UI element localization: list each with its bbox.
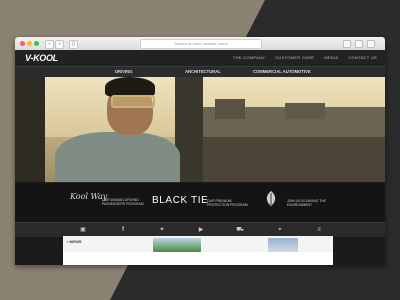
tab-architectural[interactable]: ARCHITECTURAL bbox=[185, 69, 221, 74]
man-shirt bbox=[55, 132, 180, 183]
site-header: V-KOOL THE COMPANY CUSTOMER CARE MEDIA C… bbox=[15, 50, 385, 66]
list-icon[interactable]: ≡ bbox=[315, 226, 323, 234]
top-navigation: THE COMPANY CUSTOMER CARE MEDIA CONTACT … bbox=[233, 55, 377, 60]
back-arrow-icon[interactable]: ‹ bbox=[45, 40, 54, 49]
browser-toolbar: ‹ › ▯ Search or enter website name bbox=[15, 37, 385, 51]
kool-way-text: OUR WOMAN DRIVING PASSENGERS PROGRAM bbox=[102, 198, 144, 206]
sunglasses bbox=[111, 95, 155, 108]
news-heading: ▪ NEWS bbox=[67, 239, 82, 244]
hero-building-tower bbox=[215, 99, 245, 119]
site-logo[interactable]: V-KOOL bbox=[25, 53, 58, 63]
nav-contact-us[interactable]: CONTACT US bbox=[348, 55, 377, 60]
close-window-button[interactable] bbox=[20, 41, 25, 46]
tab-commercial-automotive[interactable]: COMMERCIAL AUTOMOTIVE bbox=[253, 69, 311, 74]
share-icon[interactable] bbox=[343, 40, 351, 48]
minimize-window-button[interactable] bbox=[27, 41, 32, 46]
nav-company[interactable]: THE COMPANY bbox=[233, 55, 265, 60]
black-tie-logo[interactable]: BLACK TIE bbox=[152, 195, 208, 206]
category-navigation: DRIVING ARCHITECTURAL COMMERCIAL AUTOMOT… bbox=[15, 66, 385, 77]
add-tab-icon[interactable] bbox=[367, 40, 375, 48]
leaf-logo-icon[interactable] bbox=[263, 190, 279, 208]
black-tie-text: OUR PREMIUM PROTECTION PROGRAM bbox=[207, 199, 248, 207]
youtube-icon[interactable]: ▶ bbox=[197, 226, 205, 234]
partner-kool-way[interactable]: Kool Way OUR WOMAN DRIVING PASSENGERS PR… bbox=[70, 192, 150, 212]
browser-window: ‹ › ▯ Search or enter website name V-KOO… bbox=[15, 37, 385, 265]
location-pin-icon[interactable]: ⌖ bbox=[276, 226, 284, 234]
news-thumbnail-2[interactable] bbox=[268, 238, 298, 252]
car-icon[interactable]: ⛟ bbox=[236, 226, 244, 234]
news-content-area bbox=[63, 252, 333, 265]
news-section: ▪ NEWS bbox=[63, 236, 333, 265]
forward-arrow-icon[interactable]: › bbox=[55, 40, 64, 49]
car-door-panel bbox=[203, 137, 385, 183]
partner-programs-bar: Kool Way OUR WOMAN DRIVING PASSENGERS PR… bbox=[15, 182, 385, 222]
tabs-icon[interactable] bbox=[355, 40, 363, 48]
sidebar-toggle-icon[interactable]: ▯ bbox=[69, 40, 78, 49]
icon-bar: ▣ f ✦ ▶ ⛟ ⌖ ≡ bbox=[15, 222, 385, 237]
twitter-icon[interactable]: ✦ bbox=[158, 226, 166, 234]
maximize-window-button[interactable] bbox=[34, 41, 39, 46]
news-thumbnail-1[interactable] bbox=[153, 238, 201, 252]
nav-media[interactable]: MEDIA bbox=[324, 55, 338, 60]
address-bar-placeholder: Search or enter website name bbox=[174, 41, 228, 46]
nav-customer-care[interactable]: CUSTOMER CARE bbox=[275, 55, 314, 60]
address-bar[interactable]: Search or enter website name bbox=[140, 39, 262, 49]
man-hair bbox=[105, 77, 155, 97]
app-window-icon[interactable]: ▣ bbox=[79, 226, 87, 234]
hero-image bbox=[15, 77, 385, 183]
environment-text: JOIN US IN SAVING THE ENVIRONMENT bbox=[287, 199, 326, 207]
tab-driving[interactable]: DRIVING bbox=[115, 69, 132, 74]
hero-building-roof bbox=[285, 103, 325, 119]
website: V-KOOL THE COMPANY CUSTOMER CARE MEDIA C… bbox=[15, 50, 385, 265]
car-pillar-left bbox=[15, 77, 45, 183]
news-label: NEWS bbox=[69, 239, 82, 244]
facebook-icon[interactable]: f bbox=[119, 226, 127, 234]
